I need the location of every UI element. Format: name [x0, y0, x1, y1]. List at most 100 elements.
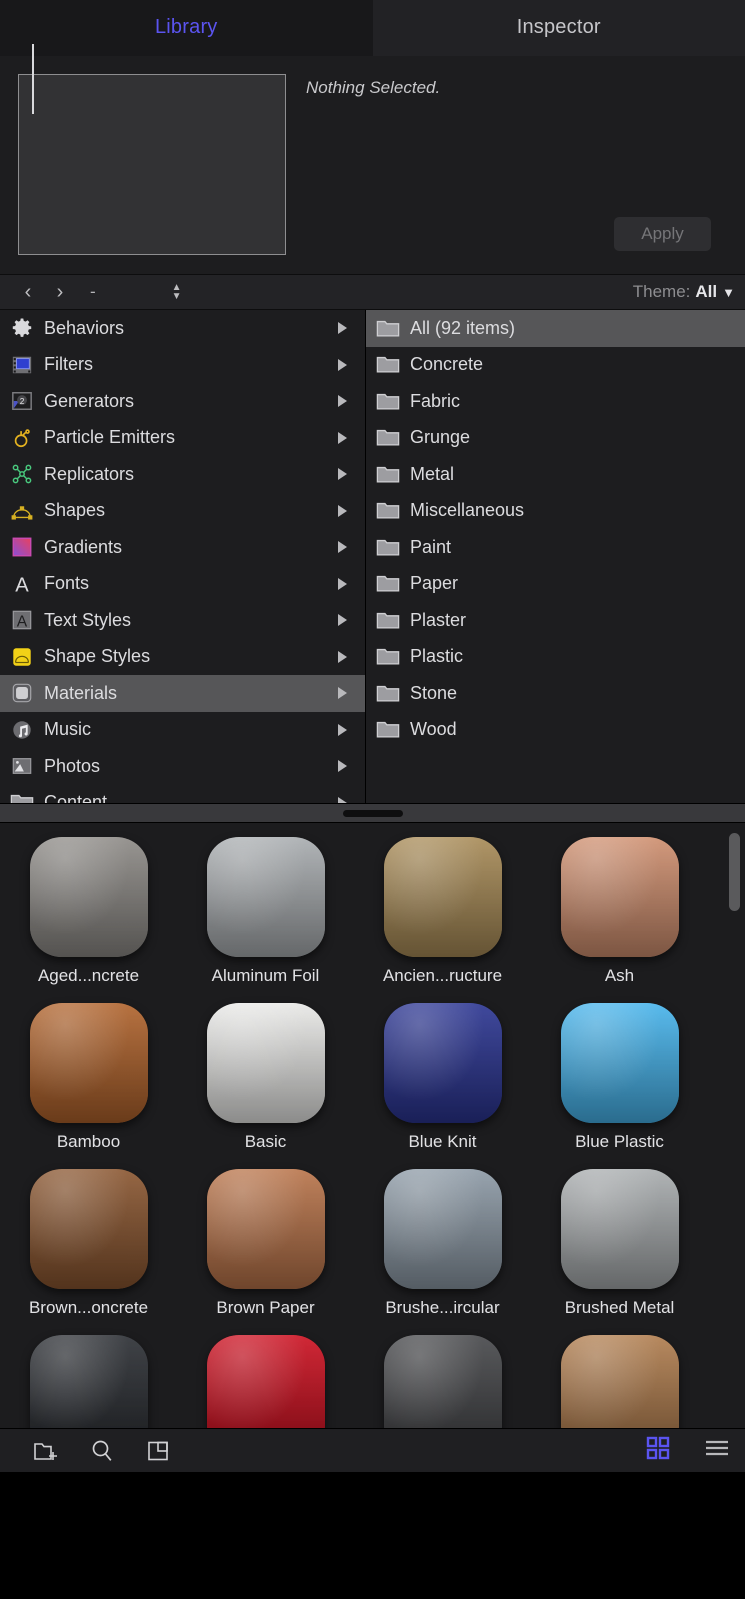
apply-button[interactable]: Apply — [614, 217, 711, 251]
material-item[interactable]: Basic — [177, 1003, 354, 1169]
material-swatch[interactable] — [383, 837, 502, 957]
category-item[interactable]: All (92 items) — [366, 310, 745, 347]
material-item[interactable] — [354, 1335, 531, 1428]
category-item[interactable]: Stone — [366, 675, 745, 712]
material-swatch[interactable] — [29, 1003, 148, 1123]
category-item[interactable]: Fabric — [366, 383, 745, 420]
material-item[interactable]: Brushe...ircular — [354, 1169, 531, 1335]
material-item[interactable]: Brown...oncrete — [0, 1169, 177, 1335]
disclosure-triangle-icon[interactable] — [338, 723, 347, 736]
preview-pane-icon[interactable] — [130, 1439, 186, 1463]
material-swatch[interactable] — [29, 1335, 148, 1428]
sidebar-item-materials[interactable]: Materials — [0, 675, 365, 712]
material-item[interactable]: Ash — [531, 837, 708, 1003]
sidebar-item-replicators[interactable]: Replicators — [0, 456, 365, 493]
tab-library[interactable]: Library — [0, 0, 373, 56]
disclosure-triangle-icon[interactable] — [338, 468, 347, 481]
material-swatch[interactable] — [383, 1169, 502, 1289]
sidebar-item-shape-styles[interactable]: Shape Styles — [0, 639, 365, 676]
disclosure-triangle-icon[interactable] — [338, 577, 347, 590]
material-item[interactable]: Brushed Metal — [531, 1169, 708, 1335]
disclosure-triangle-icon[interactable] — [338, 614, 347, 627]
disclosure-triangle-icon[interactable] — [338, 431, 347, 444]
grid-scrollbar[interactable] — [729, 833, 740, 1408]
material-item[interactable] — [531, 1335, 708, 1428]
category-item[interactable]: Plaster — [366, 602, 745, 639]
sidebar-item-text-styles[interactable]: A Text Styles — [0, 602, 365, 639]
material-label: Bamboo — [56, 1132, 121, 1151]
sidebar-item-shapes[interactable]: Shapes — [0, 493, 365, 530]
tab-inspector[interactable]: Inspector — [372, 0, 745, 56]
material-swatch[interactable] — [206, 837, 325, 957]
disclosure-triangle-icon[interactable] — [338, 322, 347, 335]
search-icon[interactable] — [74, 1439, 130, 1463]
new-folder-icon[interactable] — [18, 1440, 74, 1462]
material-item[interactable]: Aluminum Foil — [177, 837, 354, 1003]
chevron-right-icon[interactable]: › — [44, 281, 76, 304]
sidebar-item-filters[interactable]: Filters — [0, 347, 365, 384]
material-swatch[interactable] — [383, 1335, 502, 1428]
material-item[interactable]: Ancien...ructure — [354, 837, 531, 1003]
material-swatch[interactable] — [383, 1003, 502, 1123]
material-item[interactable]: Brown Paper — [177, 1169, 354, 1335]
disclosure-triangle-icon[interactable] — [338, 395, 347, 408]
category-item[interactable]: Grunge — [366, 420, 745, 457]
sidebar-item-photos[interactable]: Photos — [0, 748, 365, 785]
disclosure-triangle-icon[interactable] — [338, 650, 347, 663]
disclosure-triangle-icon[interactable] — [338, 541, 347, 554]
material-item[interactable] — [0, 1335, 177, 1428]
sidebar-item-behaviors[interactable]: Behaviors — [0, 310, 365, 347]
splitter-grip[interactable] — [342, 809, 403, 817]
material-item[interactable]: Blue Plastic — [531, 1003, 708, 1169]
disclosure-triangle-icon[interactable] — [338, 358, 347, 371]
material-swatch[interactable] — [560, 1169, 679, 1289]
category-item[interactable]: Metal — [366, 456, 745, 493]
disclosure-triangle-icon[interactable] — [338, 796, 347, 803]
material-item[interactable]: Aged...ncrete — [0, 837, 177, 1003]
category-item[interactable]: Paint — [366, 529, 745, 566]
view-mode-group — [645, 1435, 731, 1466]
photo-icon — [8, 755, 36, 777]
grid-view-icon[interactable] — [645, 1435, 671, 1466]
category-item[interactable]: Plastic — [366, 639, 745, 676]
stepper-up-down-icon[interactable]: ▲ ▼ — [172, 283, 182, 302]
category-item[interactable]: Concrete — [366, 347, 745, 384]
chevron-left-icon[interactable]: ‹ — [12, 281, 44, 304]
sidebar-item-gradients[interactable]: Gradients — [0, 529, 365, 566]
list-view-icon[interactable] — [703, 1437, 731, 1464]
folder-icon — [376, 319, 402, 338]
sidebar-item-particle-emitters[interactable]: Particle Emitters — [0, 420, 365, 457]
panel-splitter[interactable] — [0, 803, 745, 823]
material-swatch[interactable] — [29, 837, 148, 957]
folder-icon — [376, 538, 402, 557]
theme-selector[interactable]: Theme: All ▼ — [633, 282, 735, 302]
category-item[interactable]: Paper — [366, 566, 745, 603]
material-swatch[interactable] — [560, 837, 679, 957]
material-swatch[interactable] — [560, 1003, 679, 1123]
material-item[interactable] — [177, 1335, 354, 1428]
material-label: Ash — [604, 966, 635, 985]
category-item[interactable]: Wood — [366, 712, 745, 749]
sidebar-item-generators[interactable]: 2 Generators — [0, 383, 365, 420]
material-swatch[interactable] — [206, 1169, 325, 1289]
library-panel: Library Inspector Nothing Selected. Appl… — [0, 0, 745, 1599]
disclosure-triangle-icon[interactable] — [338, 504, 347, 517]
sidebar-item-music[interactable]: Music — [0, 712, 365, 749]
grid-scrollbar-thumb[interactable] — [729, 833, 740, 911]
material-swatch[interactable] — [29, 1169, 148, 1289]
sidebar-item-content[interactable]: Content — [0, 785, 365, 803]
material-item[interactable]: Blue Knit — [354, 1003, 531, 1169]
subcategory-list[interactable]: All (92 items) Concrete Fabric Grunge Metal M… — [366, 310, 745, 803]
category-label: Paper — [410, 573, 459, 594]
disclosure-triangle-icon[interactable] — [338, 687, 347, 700]
category-item[interactable]: Miscellaneous — [366, 493, 745, 530]
material-label: Brown Paper — [216, 1298, 315, 1317]
material-item[interactable]: Bamboo — [0, 1003, 177, 1169]
sidebar-item-fonts[interactable]: A Fonts — [0, 566, 365, 603]
material-swatch[interactable] — [206, 1003, 325, 1123]
material-swatch[interactable] — [206, 1335, 325, 1428]
material-swatch[interactable] — [560, 1335, 679, 1428]
category-sidebar[interactable]: Behaviors Filters 2 Generators Particle Emit… — [0, 310, 366, 803]
preview-thumbnail[interactable] — [18, 74, 286, 255]
disclosure-triangle-icon[interactable] — [338, 760, 347, 773]
